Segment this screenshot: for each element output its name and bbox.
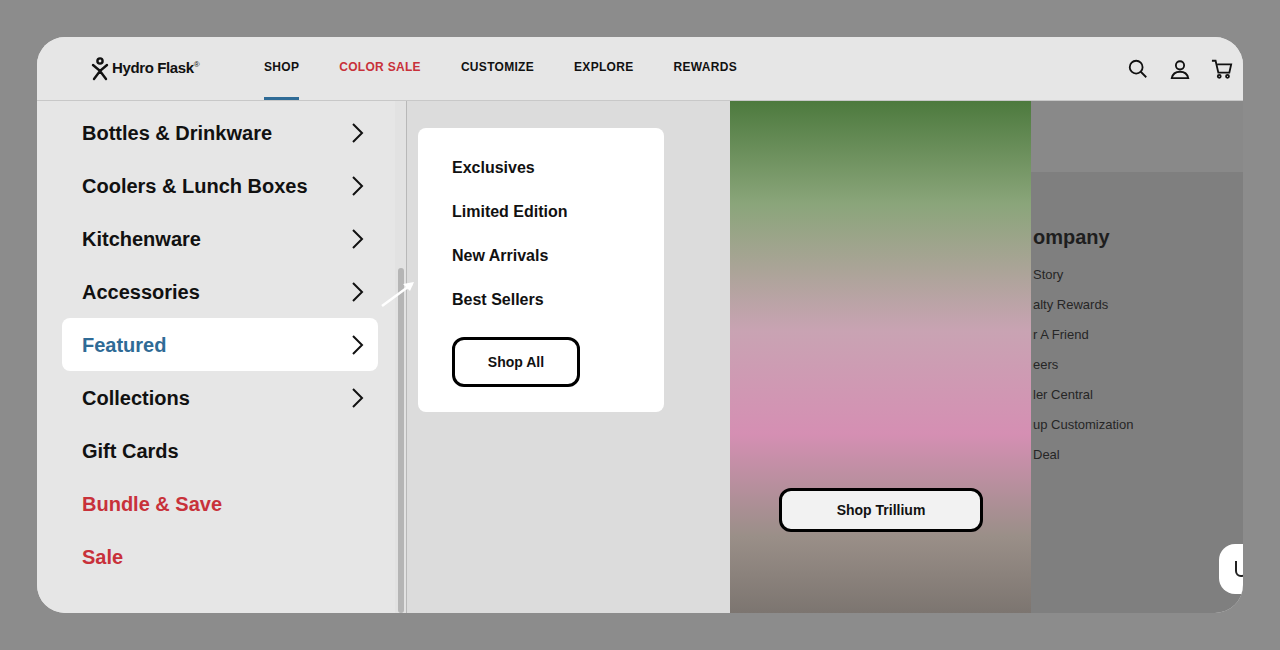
nav-item[interactable]: SHOP (264, 37, 299, 100)
nav-item[interactable]: REWARDS (674, 37, 737, 100)
header-icons (1127, 58, 1233, 80)
search-icon[interactable] (1127, 58, 1149, 80)
submenu-link[interactable]: Exclusives (452, 146, 664, 190)
chevron-right-icon (350, 122, 364, 144)
chevron-right-icon (350, 334, 364, 356)
scrollbar-thumb[interactable] (398, 268, 404, 613)
cursor-arrow-icon (380, 280, 416, 308)
menu-body: Bottles & DrinkwareCoolers & Lunch Boxes… (37, 101, 1243, 613)
window: Hydro Flask®SHOP COLOR SALE CUSTOMIZE EXPLO… (37, 37, 1243, 613)
nav-item[interactable]: EXPLORE (574, 37, 633, 100)
cart-icon[interactable] (1211, 58, 1233, 80)
chat-icon (1233, 558, 1243, 580)
shop-all-button[interactable]: Shop All (452, 337, 580, 387)
nav-item[interactable]: CUSTOMIZE (461, 37, 534, 100)
hydro-flask-logo-icon (90, 57, 110, 81)
scrollbar[interactable] (395, 101, 407, 613)
footer-heading: ompany (1033, 222, 1243, 252)
chevron-right-icon (350, 281, 364, 303)
promo-photo[interactable]: Shop Trillium (730, 101, 1031, 613)
main-nav: SHOP COLOR SALE CUSTOMIZE EXPLORE REWARDS (264, 37, 737, 100)
footer-link[interactable]: eers (1033, 350, 1243, 380)
category-item[interactable]: Gift Cards (62, 424, 378, 477)
footer-link[interactable]: alty Rewards (1033, 290, 1243, 320)
chevron-right-icon (350, 175, 364, 197)
submenu-panel: ExclusivesLimited EditionNew ArrivalsBes… (407, 101, 730, 613)
footer-link[interactable]: r A Friend (1033, 320, 1243, 350)
dimmed-band (1031, 101, 1243, 172)
account-icon[interactable] (1169, 58, 1191, 80)
category-menu: Bottles & DrinkwareCoolers & Lunch Boxes… (37, 101, 395, 613)
chat-button[interactable] (1219, 544, 1243, 594)
category-item[interactable]: Featured (62, 318, 378, 371)
page: Hydro Flask®SHOP COLOR SALE CUSTOMIZE EXPLO… (0, 0, 1280, 650)
category-item[interactable]: Bundle & Save (62, 477, 378, 530)
footer-link[interactable]: Deal (1033, 440, 1243, 470)
header: Hydro Flask®SHOP COLOR SALE CUSTOMIZE EXPLO… (37, 37, 1243, 101)
category-item[interactable]: Sale (62, 530, 378, 583)
footer-link[interactable]: up Customization (1033, 410, 1243, 440)
nav-item[interactable]: COLOR SALE (339, 37, 421, 100)
category-item[interactable]: Bottles & Drinkware (62, 106, 378, 159)
category-item[interactable]: Collections (62, 371, 378, 424)
category-item[interactable]: Coolers & Lunch Boxes (62, 159, 378, 212)
footer-link[interactable]: ler Central (1033, 380, 1243, 410)
logo[interactable]: Hydro Flask® (90, 57, 264, 81)
submenu-link[interactable]: New Arrivals (452, 234, 664, 278)
dimmed-footer: ompany Storyalty Rewardsr A Friendeersler… (1031, 101, 1243, 613)
submenu-link[interactable]: Limited Edition (452, 190, 664, 234)
footer-link[interactable]: Story (1033, 260, 1243, 290)
category-item[interactable]: Accessories (62, 265, 378, 318)
chevron-right-icon (350, 228, 364, 250)
submenu-link[interactable]: Best Sellers (452, 278, 664, 322)
shop-trillium-button[interactable]: Shop Trillium (779, 488, 983, 532)
submenu-card: ExclusivesLimited EditionNew ArrivalsBes… (418, 128, 664, 412)
footer-column: ompany Storyalty Rewardsr A Friendeersler… (1031, 172, 1243, 470)
category-item[interactable]: Kitchenware (62, 212, 378, 265)
chevron-right-icon (350, 387, 364, 409)
